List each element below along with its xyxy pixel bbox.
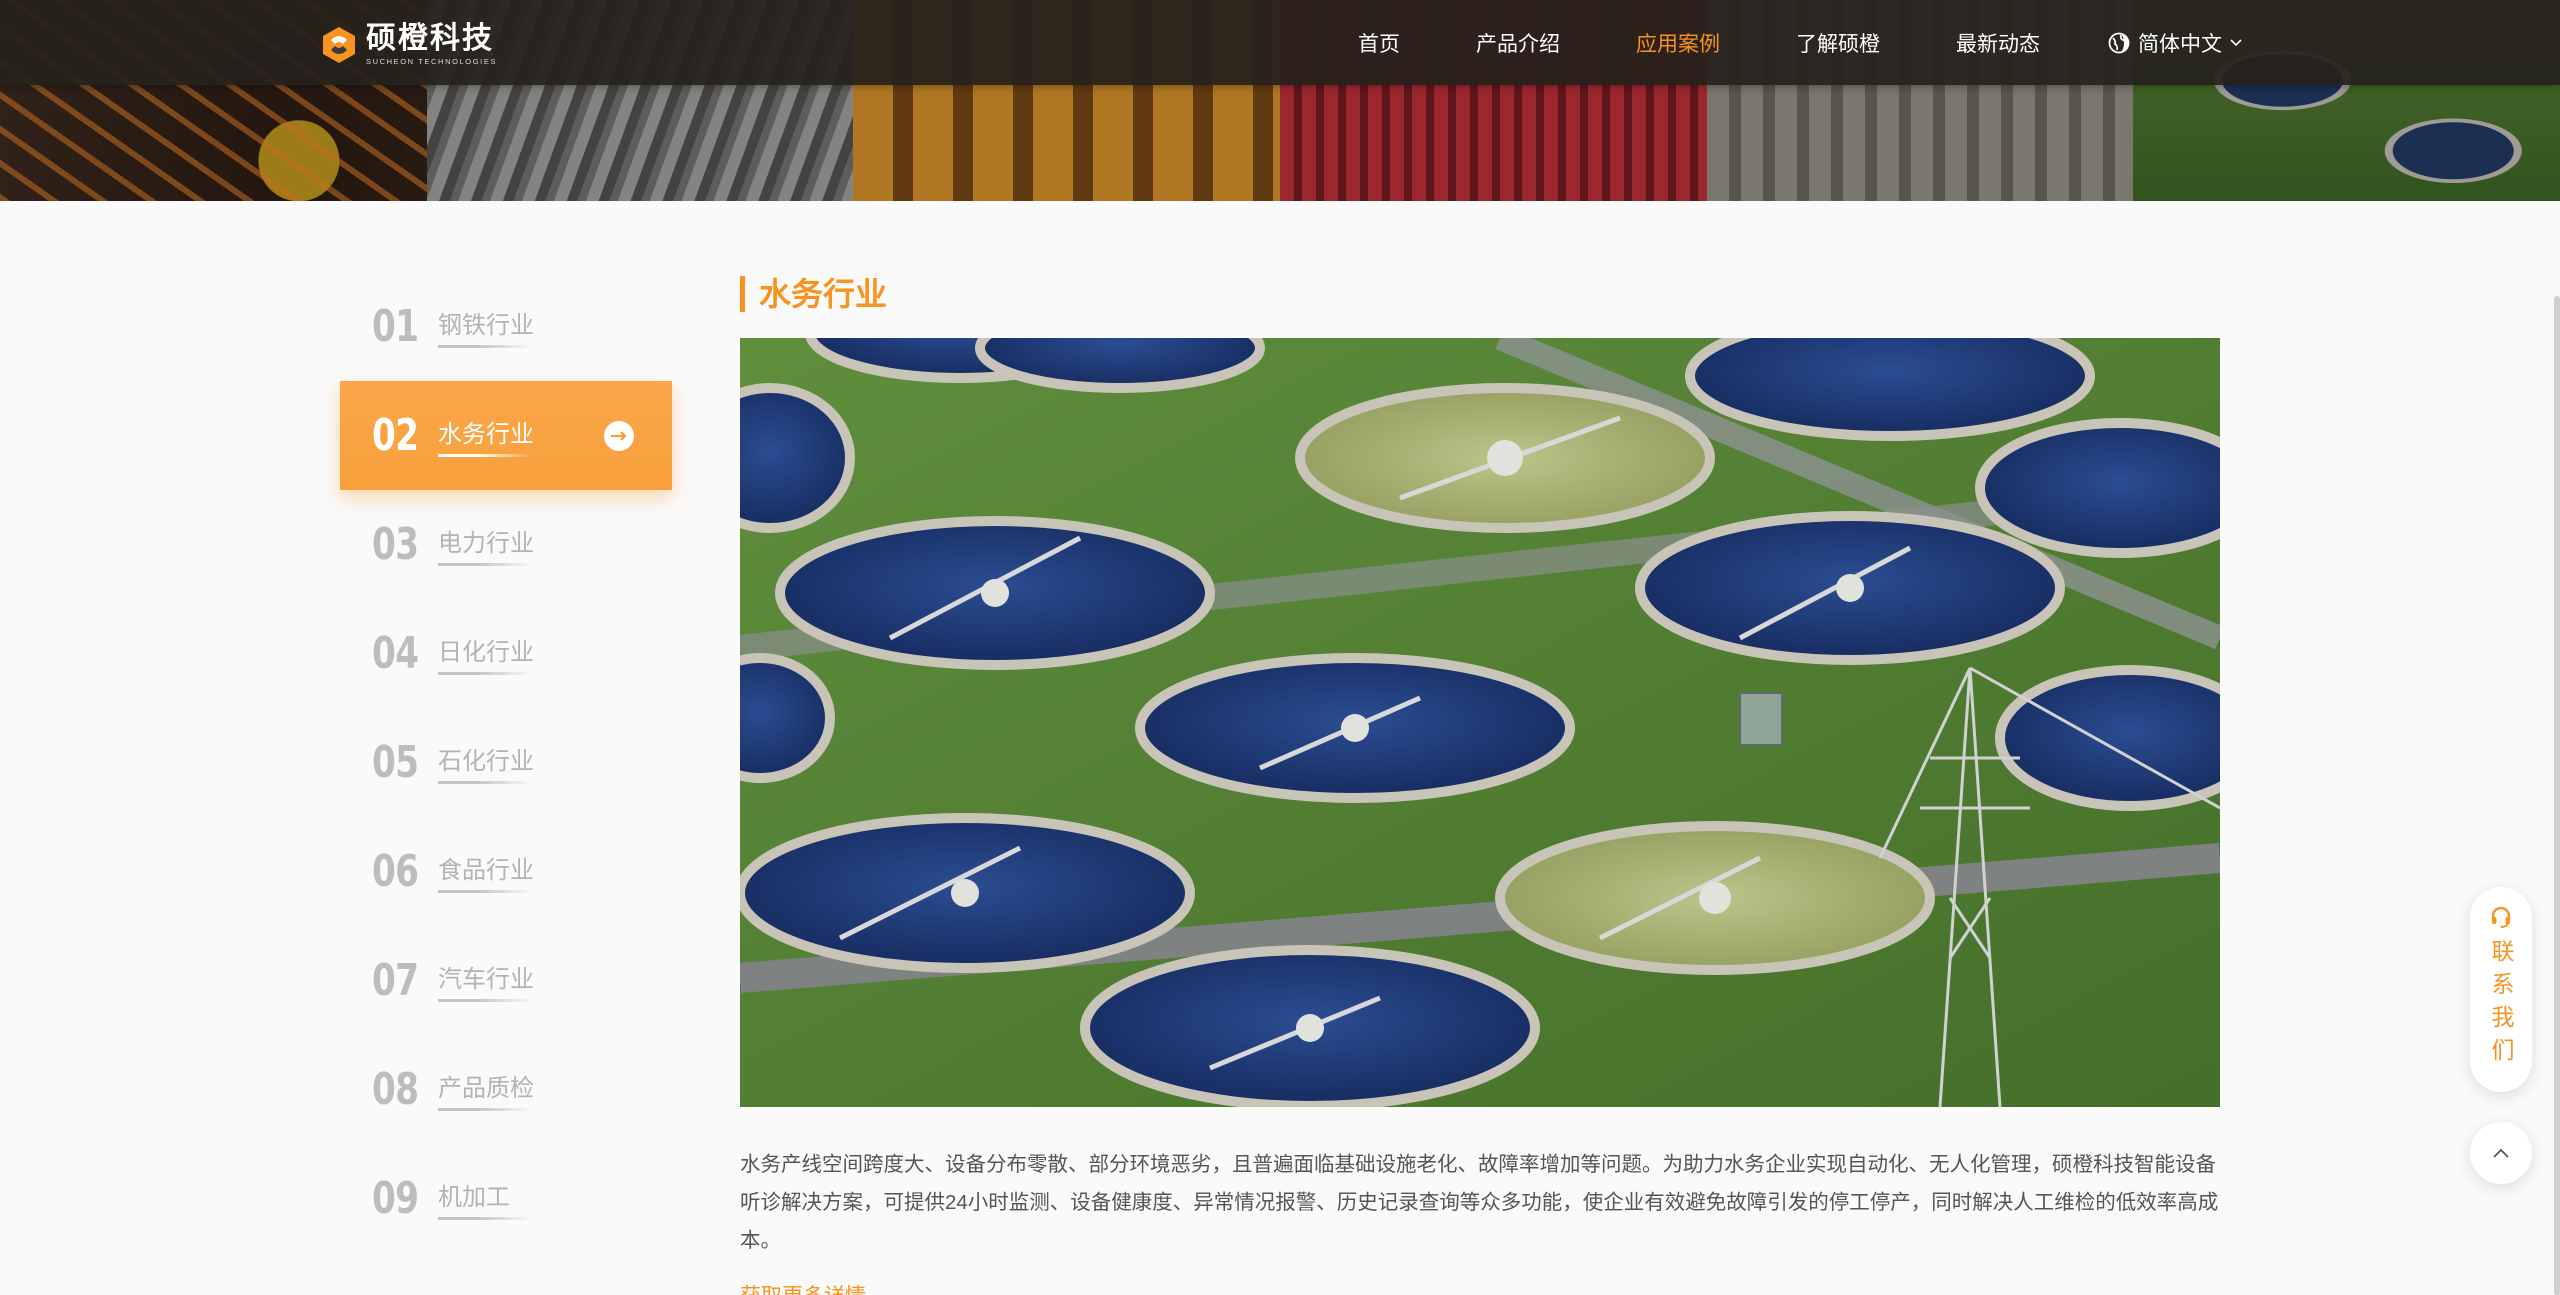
sidebar-item-underline [438,672,534,675]
language-label: 简体中文 [2138,32,2222,56]
sidebar-item-quality-inspection[interactable]: 08 产品质检 [340,1035,672,1144]
nav-item-about[interactable]: 了解硕橙 [1796,28,1880,58]
sidebar-item-number: 05 [372,737,419,788]
sidebar-item-power[interactable]: 03 电力行业 [340,490,672,599]
nav-item-cases[interactable]: 应用案例 [1636,28,1720,58]
sidebar-item-label: 产品质检 [438,1075,534,1102]
sidebar-item-number: 07 [372,955,419,1006]
site-header: 硕橙科技 SUCHEON TECHNOLOGIES 首页 产品介绍 应用案例 了… [0,0,2560,85]
sidebar-item-label: 水务行业 [438,421,534,448]
brand-tagline: SUCHEON TECHNOLOGIES [366,57,498,67]
sidebar-item-number: 03 [372,519,419,570]
sidebar-item-water[interactable]: 02 水务行业 [340,381,672,490]
chevron-up-icon [2493,1148,2509,1158]
contact-us-label: 联系我们 [2488,939,2514,1071]
nav-item-home[interactable]: 首页 [1358,28,1400,58]
sidebar-item-label: 机加工 [438,1184,510,1211]
arrow-right-circle-icon [604,420,634,451]
sidebar-item-underline [438,890,534,893]
sidebar-item-number: 06 [372,846,419,897]
sidebar-item-daily-chemical[interactable]: 04 日化行业 [340,599,672,708]
sidebar-item-underline [438,1108,534,1111]
globe-icon [2108,32,2130,53]
industry-sidebar: 01 钢铁行业 02 水务行业 03 电力行业 04 日化行业 05 石化行业 … [340,272,672,1253]
sidebar-item-machining[interactable]: 09 机加工 [340,1144,672,1253]
sidebar-item-steel[interactable]: 01 钢铁行业 [340,272,672,381]
language-selector[interactable]: 简体中文 [2108,28,2242,58]
sidebar-item-underline [438,454,534,457]
case-description: 水务产线空间跨度大、设备分布零散、部分环境恶劣，且普遍面临基础设施老化、故障率增… [740,1153,2219,1252]
sucheon-logo-mark-icon [323,27,355,63]
case-content: 水务行业 水务产线空间跨度大、设备分布零散、部分环境恶劣，且普遍面临基础设施老化… [740,276,2220,1295]
sidebar-item-label: 电力行业 [438,530,534,557]
sidebar-item-underline [438,563,534,566]
sidebar-item-number: 08 [372,1064,419,1115]
section-title: 水务行业 [740,276,2220,312]
main-nav: 首页 产品介绍 应用案例 了解硕橙 最新动态 简体中文 [1358,0,2242,85]
sidebar-item-underline [438,1217,534,1220]
sidebar-item-food[interactable]: 06 食品行业 [340,817,672,926]
sidebar-item-label: 汽车行业 [438,966,534,993]
more-details-link[interactable]: 获取更多详情 [740,1280,866,1295]
back-to-top-button[interactable] [2470,1122,2532,1184]
sidebar-item-automotive[interactable]: 07 汽车行业 [340,926,672,1035]
sidebar-item-petrochemical[interactable]: 05 石化行业 [340,708,672,817]
nav-item-products[interactable]: 产品介绍 [1476,28,1560,58]
sidebar-item-label: 食品行业 [438,857,534,884]
nav-item-news[interactable]: 最新动态 [1956,28,2040,58]
sidebar-item-label: 石化行业 [438,748,534,775]
sidebar-item-underline [438,999,534,1002]
sidebar-item-number: 09 [372,1173,419,1224]
sidebar-item-number: 01 [372,301,419,352]
logo[interactable]: 硕橙科技 SUCHEON TECHNOLOGIES [318,22,497,68]
sidebar-item-number: 04 [372,628,419,679]
contact-us-widget[interactable]: 联系我们 [2470,887,2532,1092]
page-scrollbar[interactable] [2554,296,2560,1295]
sidebar-item-label: 日化行业 [438,639,534,666]
sidebar-item-number: 02 [372,410,419,461]
sidebar-item-label: 钢铁行业 [438,312,534,339]
brand-name: 硕橙科技 [366,22,494,56]
sidebar-item-underline [438,781,534,784]
water-treatment-photo [740,338,2220,1107]
chevron-down-icon [2230,38,2242,46]
headset-icon [2491,906,2511,928]
sidebar-item-underline [438,345,534,348]
